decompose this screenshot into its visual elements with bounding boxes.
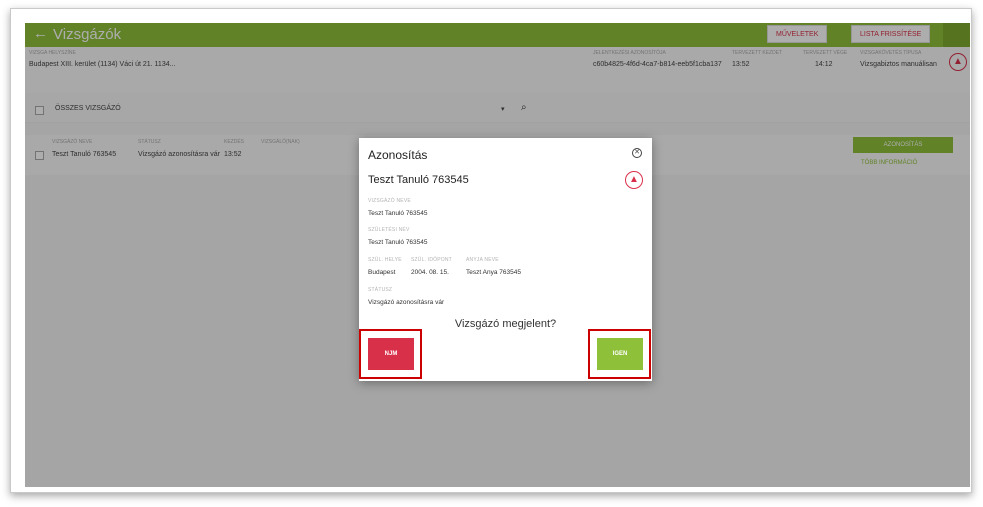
birth-name-value: Teszt Tanuló 763545 xyxy=(368,239,428,246)
identification-dialog: Azonosítás ✕ Teszt Tanuló 763545 ▲ VIZSG… xyxy=(359,138,652,381)
highlight-no-button xyxy=(359,329,422,379)
exam-name-label: VIZSGÁZÓ NEVE xyxy=(368,198,411,204)
app-window: ← Vizsgázók MŰVELETEK LISTA FRISSÍTÉSE V… xyxy=(25,23,970,487)
screenshot-frame: ← Vizsgázók MŰVELETEK LISTA FRISSÍTÉSE V… xyxy=(10,8,972,493)
birth-date-label: SZÜL. IDŐPONT xyxy=(411,257,452,263)
highlight-yes-button xyxy=(588,329,651,379)
birth-name-label: SZÜLETÉSI NÉV xyxy=(368,227,410,233)
birth-date-value: 2004. 08. 15. xyxy=(411,269,449,276)
exam-name-value: Teszt Tanuló 763545 xyxy=(368,210,428,217)
warning-icon[interactable]: ▲ xyxy=(625,171,643,189)
dialog-title: Azonosítás xyxy=(368,148,428,162)
birth-place-value: Budapest xyxy=(368,269,396,276)
status-label: STÁTUSZ xyxy=(368,287,393,293)
close-icon[interactable]: ✕ xyxy=(632,148,642,158)
dialog-examinee-name: Teszt Tanuló 763545 xyxy=(368,174,469,186)
mother-value: Teszt Anya 763545 xyxy=(466,269,521,276)
status-value: Vizsgázó azonosításra vár xyxy=(368,299,445,306)
birth-place-label: SZÜL. HELYE xyxy=(368,257,402,263)
mother-label: ANYJA NEVE xyxy=(466,257,499,263)
